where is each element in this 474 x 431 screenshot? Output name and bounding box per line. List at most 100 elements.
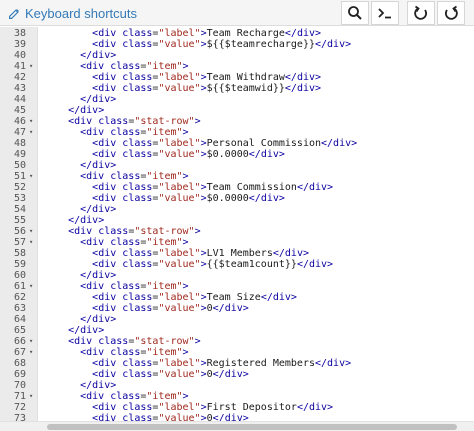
code-line: 45 </div> (0, 105, 474, 116)
line-number: 65 (13, 325, 26, 336)
editor-toolbar: Keyboard shortcuts (0, 0, 474, 26)
code-text: </div> (68, 325, 105, 336)
code-text: <div class="value">{{$team1count}}</div> (92, 259, 334, 270)
fold-toggle-icon[interactable]: ▾ (29, 61, 33, 72)
code-text: <div class="label">Team Size</div> (92, 292, 297, 303)
code-line: 69 <div class="value">0</div> (0, 369, 474, 380)
code-line: 53 <div class="value">$0.0000</div> (0, 193, 474, 204)
line-number: 56 (13, 226, 26, 237)
code-text: </div> (80, 380, 117, 391)
line-number: 39 (13, 39, 26, 50)
code-line: 72 <div class="label">First Depositor</d… (0, 402, 474, 413)
line-number: 42 (13, 72, 26, 83)
code-text: <div class="stat-row"> (68, 336, 201, 347)
code-line: 54 </div> (0, 204, 474, 215)
undo-icon (414, 5, 428, 20)
code-line: 55 </div> (0, 215, 474, 226)
line-number: 60 (13, 270, 26, 281)
line-number: 52 (13, 182, 26, 193)
undo-button[interactable] (407, 1, 435, 25)
code-line: 68 <div class="label">Registered Members… (0, 358, 474, 369)
code-text: </div> (80, 270, 117, 281)
code-line: 40 </div> (0, 50, 474, 61)
code-line: 62 <div class="label">Team Size</div> (0, 292, 474, 303)
code-text: <div class="stat-row"> (68, 116, 201, 127)
fold-toggle-icon[interactable]: ▾ (29, 237, 33, 248)
code-line: 63 <div class="value">0</div> (0, 303, 474, 314)
code-line: 51 ▾ <div class="item"> (0, 171, 474, 182)
code-line: 41 ▾ <div class="item"> (0, 61, 474, 72)
command-button[interactable] (371, 1, 399, 25)
line-number: 59 (13, 259, 26, 270)
redo-button[interactable] (437, 1, 465, 25)
line-number: 61 (13, 281, 26, 292)
code-text: <div class="value">${{$teamwid}}</div> (92, 83, 322, 94)
code-line: 43 <div class="value">${{$teamwid}}</div… (0, 83, 474, 94)
fold-toggle-icon[interactable]: ▾ (29, 226, 33, 237)
code-text: <div class="value">$0.0000</div> (92, 149, 285, 160)
code-text: </div> (80, 204, 117, 215)
line-number: 70 (13, 380, 26, 391)
line-number: 68 (13, 358, 26, 369)
code-text: <div class="label">Registered Members</d… (92, 358, 352, 369)
code-line: 73 <div class="value">0</div> (0, 413, 474, 421)
code-text: <div class="item"> (80, 127, 189, 138)
code-line: 52 <div class="label">Team Commission</d… (0, 182, 474, 193)
line-number: 58 (13, 248, 26, 259)
code-text: <div class="stat-row"> (68, 226, 201, 237)
fold-toggle-icon[interactable]: ▾ (29, 127, 33, 138)
code-text: <div class="value">0</div> (92, 413, 249, 421)
line-number: 54 (13, 204, 26, 215)
code-text: <div class="value">0</div> (92, 303, 249, 314)
code-line: 70 </div> (0, 380, 474, 391)
code-text: <div class="item"> (80, 237, 189, 248)
line-number: 71 (13, 391, 26, 402)
code-line: 39 <div class="value">${{$teamrecharge}}… (0, 39, 474, 50)
line-number: 47 (13, 127, 26, 138)
line-number: 55 (13, 215, 26, 226)
code-text: <div class="label">LV1 Members</div> (92, 248, 309, 259)
code-text: <div class="item"> (80, 171, 189, 182)
code-text: <div class="label">Team Withdraw</div> (92, 72, 322, 83)
redo-icon (444, 5, 458, 20)
code-line: 56 ▾ <div class="stat-row"> (0, 226, 474, 237)
line-number: 45 (13, 105, 26, 116)
terminal-icon (378, 8, 391, 19)
code-text: <div class="item"> (80, 281, 189, 292)
line-number: 49 (13, 149, 26, 160)
code-line: 46 ▾ <div class="stat-row"> (0, 116, 474, 127)
scrollbar-thumb[interactable] (47, 424, 457, 430)
code-text: <div class="value">$0.0000</div> (92, 193, 285, 204)
horizontal-scrollbar[interactable] (0, 421, 474, 431)
line-number: 44 (13, 94, 26, 105)
line-number: 41 (13, 61, 26, 72)
fold-toggle-icon[interactable]: ▾ (29, 391, 33, 402)
code-text: <div class="item"> (80, 61, 189, 72)
fold-toggle-icon[interactable]: ▾ (29, 347, 33, 358)
code-text: <div class="label">Team Commission</div> (92, 182, 334, 193)
code-line: 65 </div> (0, 325, 474, 336)
code-text: <div class="label">Team Recharge</div> (92, 28, 322, 39)
keyboard-shortcuts-link[interactable]: Keyboard shortcuts (8, 4, 137, 22)
code-line: 48 <div class="label">Personal Commissio… (0, 138, 474, 149)
code-line: 59 <div class="value">{{$team1count}}</d… (0, 259, 474, 270)
search-button[interactable] (341, 1, 369, 25)
line-number: 66 (13, 336, 26, 347)
code-line: 44 </div> (0, 94, 474, 105)
fold-toggle-icon[interactable]: ▾ (29, 116, 33, 127)
code-line: 64 </div> (0, 314, 474, 325)
code-text: <div class="item"> (80, 347, 189, 358)
keyboard-shortcuts-label: Keyboard shortcuts (25, 5, 138, 21)
line-number: 48 (13, 138, 26, 149)
line-number: 40 (13, 50, 26, 61)
fold-toggle-icon[interactable]: ▾ (29, 171, 33, 182)
code-text: </div> (80, 314, 117, 325)
code-text: <div class="item"> (80, 391, 189, 402)
code-editor[interactable]: 38 <div class="label">Team Recharge</div… (0, 27, 474, 421)
code-text: </div> (80, 50, 117, 61)
fold-toggle-icon[interactable]: ▾ (29, 281, 33, 292)
code-line: 71 ▾ <div class="item"> (0, 391, 474, 402)
code-text: </div> (80, 94, 117, 105)
line-number: 43 (13, 83, 26, 94)
fold-toggle-icon[interactable]: ▾ (29, 336, 33, 347)
